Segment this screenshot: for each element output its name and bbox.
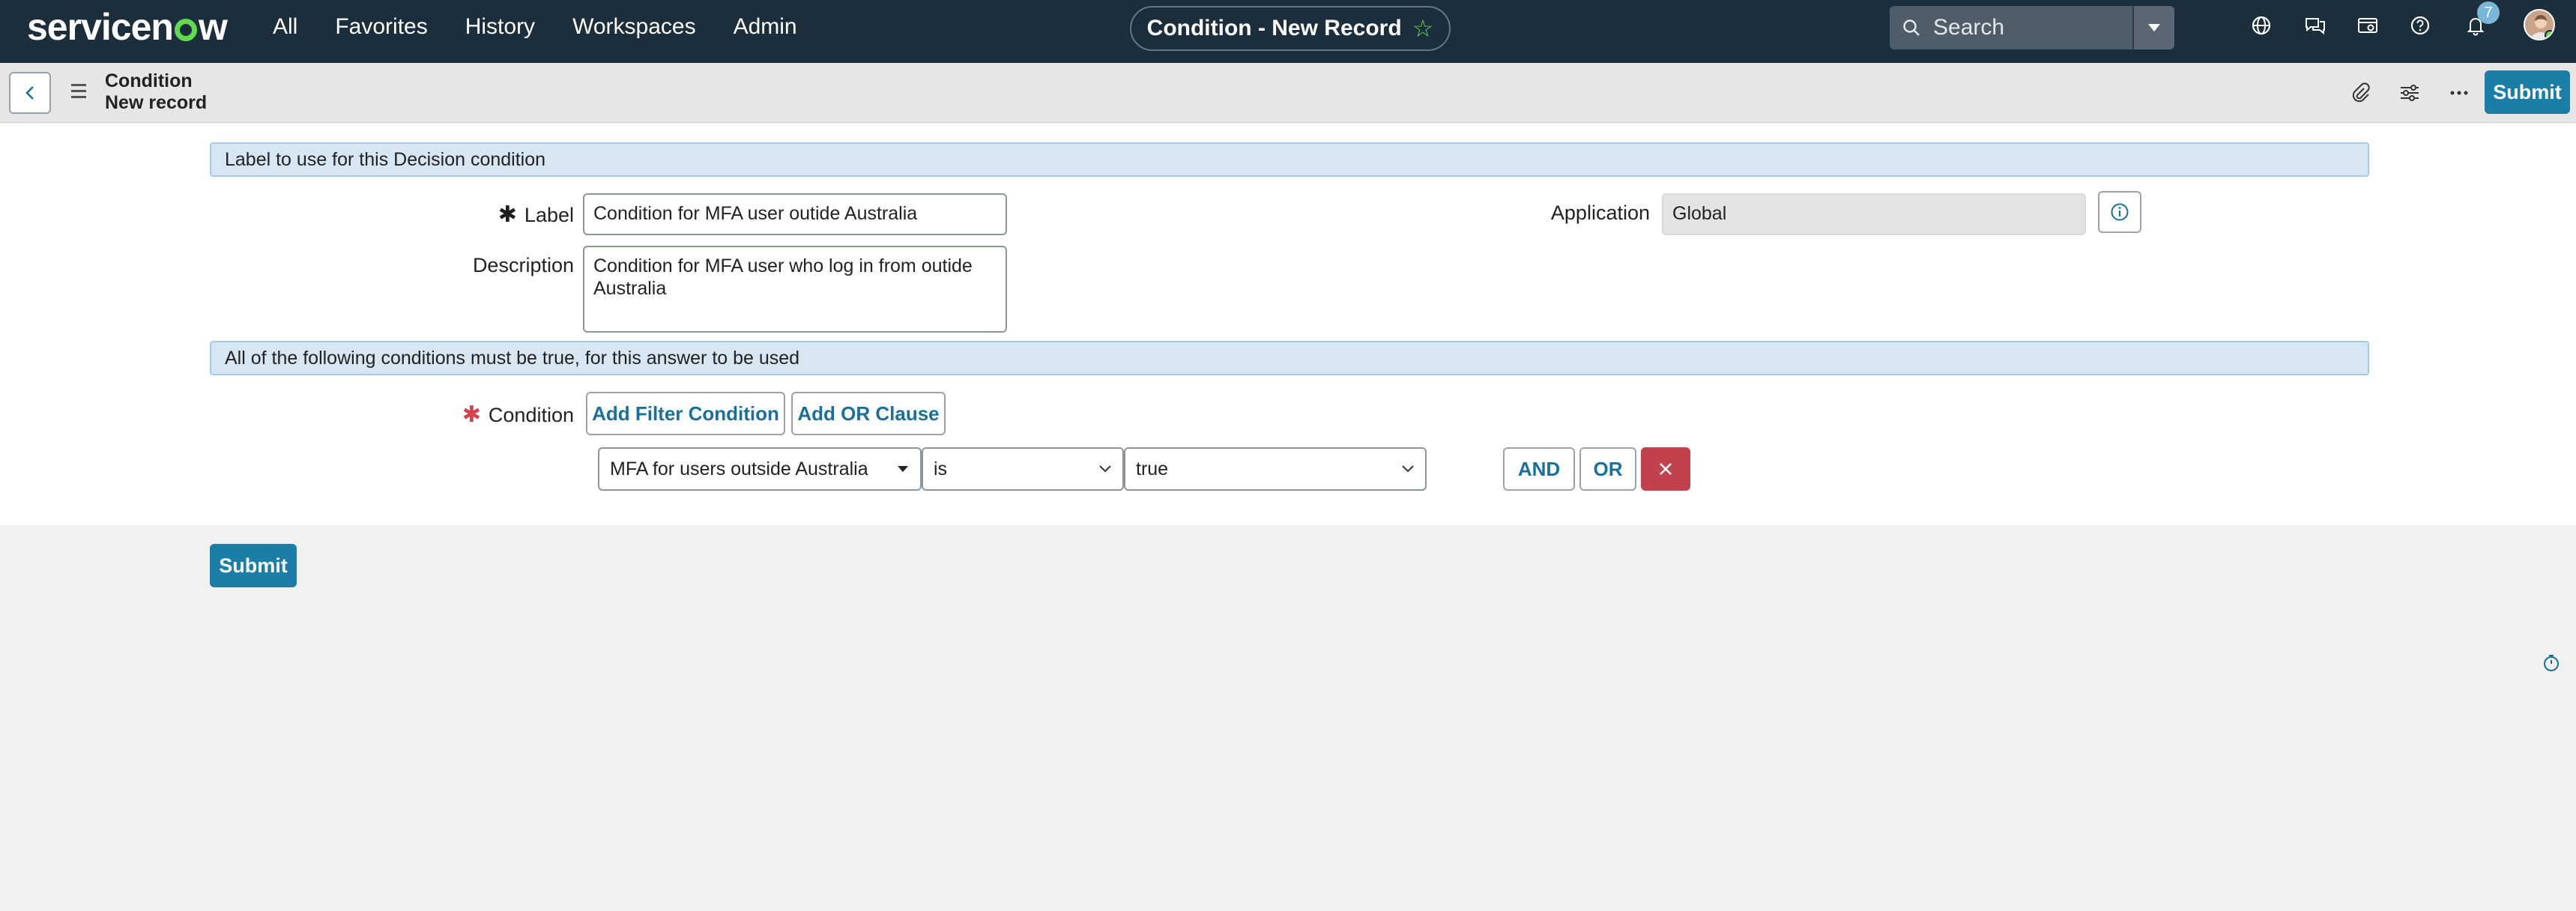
- record-title: Condition - New Record: [1146, 16, 1402, 40]
- required-asterisk-icon: ✱: [462, 402, 481, 427]
- required-asterisk-icon: ✱: [498, 202, 517, 227]
- section-label-heading: Label to use for this Decision condition: [210, 142, 2369, 177]
- nav-all[interactable]: All: [273, 13, 297, 40]
- add-or-clause-button[interactable]: Add OR Clause: [791, 392, 946, 435]
- delete-condition-button[interactable]: [1641, 447, 1690, 491]
- description-textarea[interactable]: Condition for MFA user who log in from o…: [583, 246, 1007, 333]
- condition-operator-select[interactable]: is: [922, 447, 1124, 491]
- record-breadcrumb: Condition New record: [105, 70, 207, 114]
- nav-workspaces[interactable]: Workspaces: [572, 13, 696, 40]
- label-field-label: ✱ Label: [498, 202, 574, 227]
- application-field-label: Application: [1550, 202, 1650, 224]
- or-button[interactable]: OR: [1579, 447, 1636, 491]
- condition-value-select[interactable]: true: [1124, 447, 1427, 491]
- star-icon[interactable]: ☆: [1412, 14, 1434, 43]
- condition-field-label: ✱ Condition: [462, 402, 574, 427]
- global-search[interactable]: Search: [1890, 6, 2174, 49]
- hamburger-menu-icon[interactable]: [67, 79, 90, 102]
- search-scope-dropdown[interactable]: [2132, 6, 2174, 49]
- help-icon[interactable]: [2407, 12, 2434, 39]
- more-options-icon[interactable]: [2444, 78, 2474, 108]
- form-header: Condition New record Submit: [0, 63, 2576, 123]
- chevron-down-icon: [1099, 465, 1111, 473]
- info-icon: [2111, 203, 2129, 221]
- presence-dot: [2545, 30, 2554, 39]
- search-icon: [1890, 6, 1933, 49]
- caret-down-icon: [898, 466, 908, 472]
- nav-favorites[interactable]: Favorites: [335, 13, 427, 40]
- description-field-label: Description: [472, 254, 574, 276]
- condition-form: Label to use for this Decision condition…: [0, 124, 2576, 525]
- section-conditions-heading: All of the following conditions must be …: [210, 341, 2369, 375]
- globe-icon[interactable]: [2248, 12, 2275, 39]
- record-table-name: Condition: [105, 70, 193, 91]
- search-input[interactable]: Search: [1933, 15, 2132, 40]
- record-title-pill[interactable]: Condition - New Record ☆: [1130, 6, 1451, 51]
- chevron-down-icon: [1402, 465, 1414, 473]
- servicenow-logo[interactable]: servicen w: [27, 6, 228, 48]
- nav-history[interactable]: History: [465, 13, 535, 40]
- condition-value-value: true: [1136, 458, 1169, 479]
- and-button[interactable]: AND: [1503, 447, 1575, 491]
- record-state: New record: [105, 92, 208, 113]
- top-nav: servicen w All Favorites History Workspac…: [0, 0, 2576, 63]
- back-button[interactable]: [9, 72, 51, 114]
- label-input[interactable]: Condition for MFA user outide Australia: [583, 193, 1007, 235]
- submit-button-bottom[interactable]: Submit: [210, 544, 297, 587]
- notification-badge: 7: [2477, 1, 2500, 24]
- application-readonly-field: Global: [1662, 193, 2086, 235]
- close-icon: [1660, 463, 1672, 475]
- settings-sliders-icon[interactable]: [2395, 78, 2425, 108]
- paperclip-icon[interactable]: [2345, 78, 2375, 108]
- chat-icon[interactable]: [2302, 12, 2329, 39]
- response-time-icon[interactable]: [2540, 652, 2563, 674]
- application-info-button[interactable]: [2098, 191, 2141, 233]
- workspace-icon[interactable]: [2354, 12, 2381, 39]
- add-filter-condition-button[interactable]: Add Filter Condition: [586, 392, 785, 435]
- nav-links: All Favorites History Workspaces Admin: [273, 13, 797, 40]
- condition-field-select[interactable]: MFA for users outside Australia: [598, 447, 922, 491]
- condition-field-value: MFA for users outside Australia: [610, 458, 868, 479]
- user-avatar[interactable]: [2524, 9, 2555, 40]
- nav-admin[interactable]: Admin: [734, 13, 797, 40]
- chevron-left-icon: [25, 86, 34, 100]
- condition-operator-value: is: [934, 458, 948, 479]
- submit-button-header[interactable]: Submit: [2485, 70, 2570, 114]
